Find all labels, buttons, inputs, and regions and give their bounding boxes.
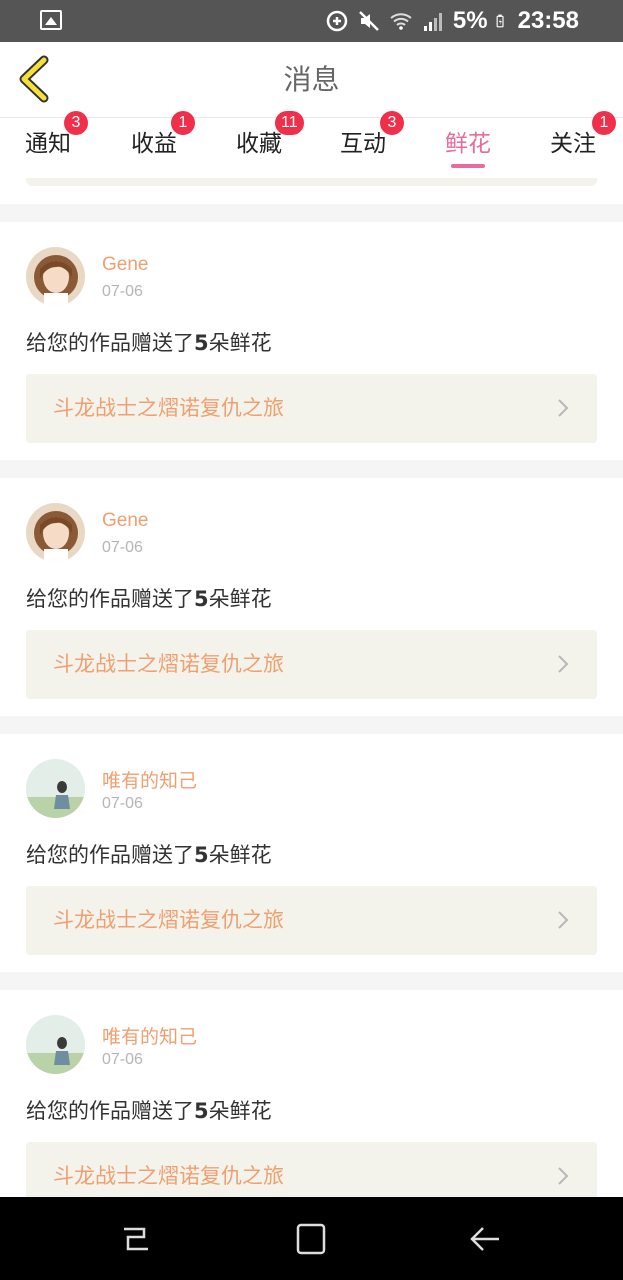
tab-label: 鲜花 (445, 131, 491, 157)
tab-badge: 11 (275, 111, 304, 135)
chevron-right-icon (558, 1167, 569, 1185)
work-title: 斗龙战士之熠诺复仇之旅 (53, 908, 284, 932)
username[interactable]: Gene (102, 254, 148, 276)
system-nav-bar (0, 1197, 623, 1280)
tab-notifications[interactable]: 通知 3 (0, 111, 98, 178)
tab-flowers[interactable]: 鲜花 (418, 118, 518, 178)
tab-follows[interactable]: 关注 1 (523, 111, 623, 178)
work-link[interactable]: 斗龙战士之熠诺复仇之旅 (26, 630, 597, 699)
message-text: 给您的作品赠送了5朵鲜花 (26, 583, 272, 613)
home-button[interactable] (293, 1221, 329, 1257)
tab-badge: 3 (64, 111, 88, 135)
list-item: Gene 07-06 给您的作品赠送了5朵鲜花 斗龙战士之熠诺复仇之旅 (0, 222, 623, 460)
message-suffix: 朵鲜花 (208, 587, 272, 611)
message-text: 给您的作品赠送了5朵鲜花 (26, 327, 272, 357)
work-link[interactable]: 斗龙战士之熠诺复仇之旅 (26, 374, 597, 443)
username[interactable]: Gene (102, 510, 148, 532)
message-suffix: 朵鲜花 (208, 1099, 272, 1123)
work-link[interactable]: 斗龙战士之熠诺复仇之旅 (26, 886, 597, 955)
back-nav-button[interactable] (467, 1221, 503, 1257)
message-suffix: 朵鲜花 (208, 843, 272, 867)
message-prefix: 给您的作品赠送了 (26, 587, 194, 611)
chevron-right-icon (558, 911, 569, 929)
chevron-right-icon (558, 399, 569, 417)
active-tab-indicator (451, 164, 485, 168)
status-right: 5% 23:58 (325, 0, 579, 42)
work-link[interactable]: 斗龙战士之熠诺复仇之旅 (26, 1142, 597, 1197)
flower-count: 5 (194, 843, 209, 867)
flower-count: 5 (194, 587, 209, 611)
work-title: 斗龙战士之熠诺复仇之旅 (53, 396, 284, 420)
chevron-right-icon (558, 655, 569, 673)
tab-bar: 通知 3 收益 1 收藏 11 互动 3 鲜花 关注 1 (0, 111, 623, 178)
message-text: 给您的作品赠送了5朵鲜花 (26, 839, 272, 869)
data-saver-icon (326, 10, 348, 32)
recent-apps-button[interactable] (118, 1221, 154, 1257)
battery-percent: 5% (452, 7, 488, 34)
message-text: 给您的作品赠送了5朵鲜花 (26, 1095, 272, 1125)
message-prefix: 给您的作品赠送了 (26, 331, 194, 355)
list-item-partial (0, 178, 623, 204)
header: 消息 (0, 42, 623, 118)
avatar[interactable] (26, 503, 85, 562)
tab-label: 互动 (340, 131, 386, 157)
signal-icon (423, 13, 442, 31)
work-title: 斗龙战士之熠诺复仇之旅 (53, 1164, 284, 1188)
clock: 23:58 (517, 7, 579, 34)
work-title: 斗龙战士之熠诺复仇之旅 (53, 652, 284, 676)
username[interactable]: 唯有的知己 (102, 1022, 197, 1049)
tab-badge: 3 (380, 111, 404, 135)
wifi-icon (390, 13, 412, 30)
image-icon (40, 10, 62, 30)
work-link-partial (26, 178, 597, 186)
tab-label: 通知 (25, 131, 71, 157)
message-date: 07-06 (102, 795, 143, 812)
tab-badge: 1 (171, 111, 195, 135)
flower-count: 5 (194, 331, 209, 355)
page-title: 消息 (283, 63, 340, 96)
tab-label: 关注 (550, 131, 596, 157)
list-item: Gene 07-06 给您的作品赠送了5朵鲜花 斗龙战士之熠诺复仇之旅 (0, 478, 623, 716)
message-date: 07-06 (102, 283, 143, 300)
message-list[interactable]: Gene 07-06 给您的作品赠送了5朵鲜花 斗龙战士之熠诺复仇之旅 Gene… (0, 178, 623, 1197)
username[interactable]: 唯有的知己 (102, 766, 197, 793)
list-item: 唯有的知己 07-06 给您的作品赠送了5朵鲜花 斗龙战士之熠诺复仇之旅 (0, 734, 623, 972)
list-item: 唯有的知己 07-06 给您的作品赠送了5朵鲜花 斗龙战士之熠诺复仇之旅 (0, 990, 623, 1197)
message-prefix: 给您的作品赠送了 (26, 843, 194, 867)
tab-favorites[interactable]: 收藏 11 (209, 111, 309, 178)
message-suffix: 朵鲜花 (208, 331, 272, 355)
mute-icon (359, 11, 379, 31)
tab-label: 收益 (131, 131, 177, 157)
avatar[interactable] (26, 759, 85, 818)
avatar[interactable] (26, 247, 85, 306)
status-bar: 5% 23:58 (0, 0, 623, 42)
tab-interactions[interactable]: 互动 3 (313, 111, 413, 178)
message-date: 07-06 (102, 1051, 143, 1068)
message-prefix: 给您的作品赠送了 (26, 1099, 194, 1123)
tab-badge: 1 (592, 111, 616, 135)
tab-earnings[interactable]: 收益 1 (104, 111, 204, 178)
message-date: 07-06 (102, 539, 143, 556)
avatar[interactable] (26, 1015, 85, 1074)
battery-icon (496, 14, 504, 28)
tab-label: 收藏 (236, 131, 282, 157)
flower-count: 5 (194, 1099, 209, 1123)
